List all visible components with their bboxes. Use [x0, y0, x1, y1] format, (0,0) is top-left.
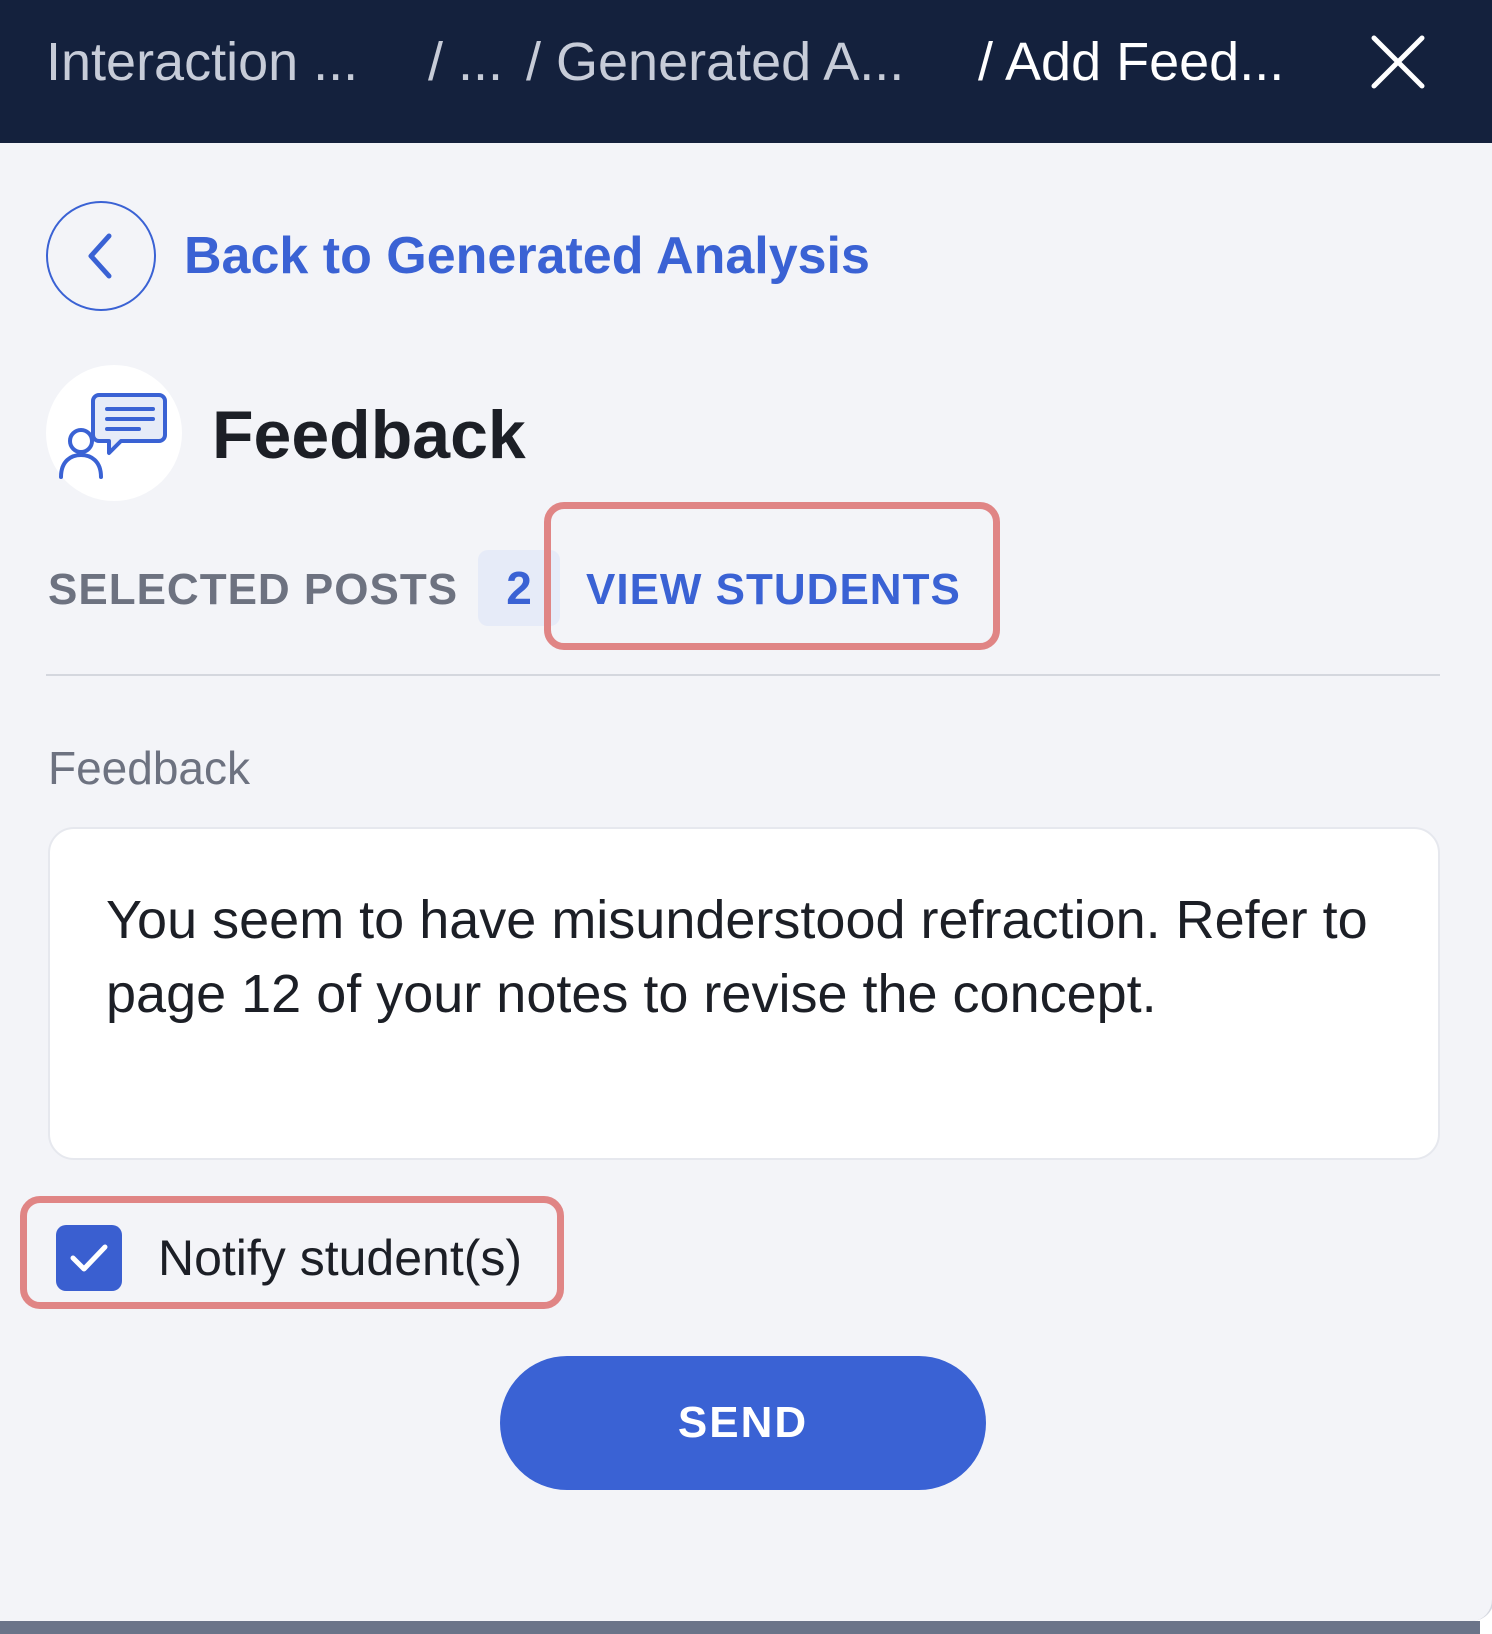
breadcrumb-item-add-feedback: / Add Feed... — [978, 32, 1285, 92]
feedback-avatar — [46, 365, 182, 501]
selected-posts-label: SELECTED POSTS — [48, 565, 459, 614]
breadcrumb-bar: Interaction ... / ... / Generated A... /… — [0, 0, 1492, 143]
back-to-analysis-link[interactable]: Back to Generated Analysis — [46, 198, 870, 313]
divider — [46, 674, 1440, 676]
feedback-textarea[interactable]: You seem to have misunderstood refractio… — [48, 827, 1440, 1160]
notify-students-checkbox[interactable] — [56, 1225, 122, 1291]
feedback-panel: Interaction ... / ... / Generated A... /… — [0, 0, 1492, 1621]
notify-students-row[interactable]: Notify student(s) — [56, 1223, 522, 1293]
notify-students-label[interactable]: Notify student(s) — [158, 1229, 522, 1287]
chevron-left-icon — [88, 233, 112, 278]
back-link-label[interactable]: Back to Generated Analysis — [184, 226, 870, 286]
send-button[interactable]: SEND — [500, 1356, 986, 1490]
back-button[interactable] — [46, 200, 156, 311]
view-students-button[interactable]: VIEW STUDENTS — [586, 562, 961, 618]
close-icon — [1371, 35, 1425, 89]
checkmark-icon — [70, 1244, 108, 1272]
feedback-chat-icon — [59, 393, 167, 479]
breadcrumb-item-interaction[interactable]: Interaction ... — [46, 30, 358, 94]
breadcrumb-item-generated-analysis[interactable]: / Generated A... — [526, 30, 904, 94]
feedback-field-label: Feedback — [48, 742, 251, 794]
close-button[interactable] — [1368, 32, 1428, 92]
window-bottom-edge — [0, 1621, 1480, 1634]
page-title: Feedback — [212, 397, 526, 473]
selected-posts-count-badge: 2 — [478, 550, 560, 626]
breadcrumb-item-ellipsis[interactable]: / ... — [428, 30, 503, 94]
